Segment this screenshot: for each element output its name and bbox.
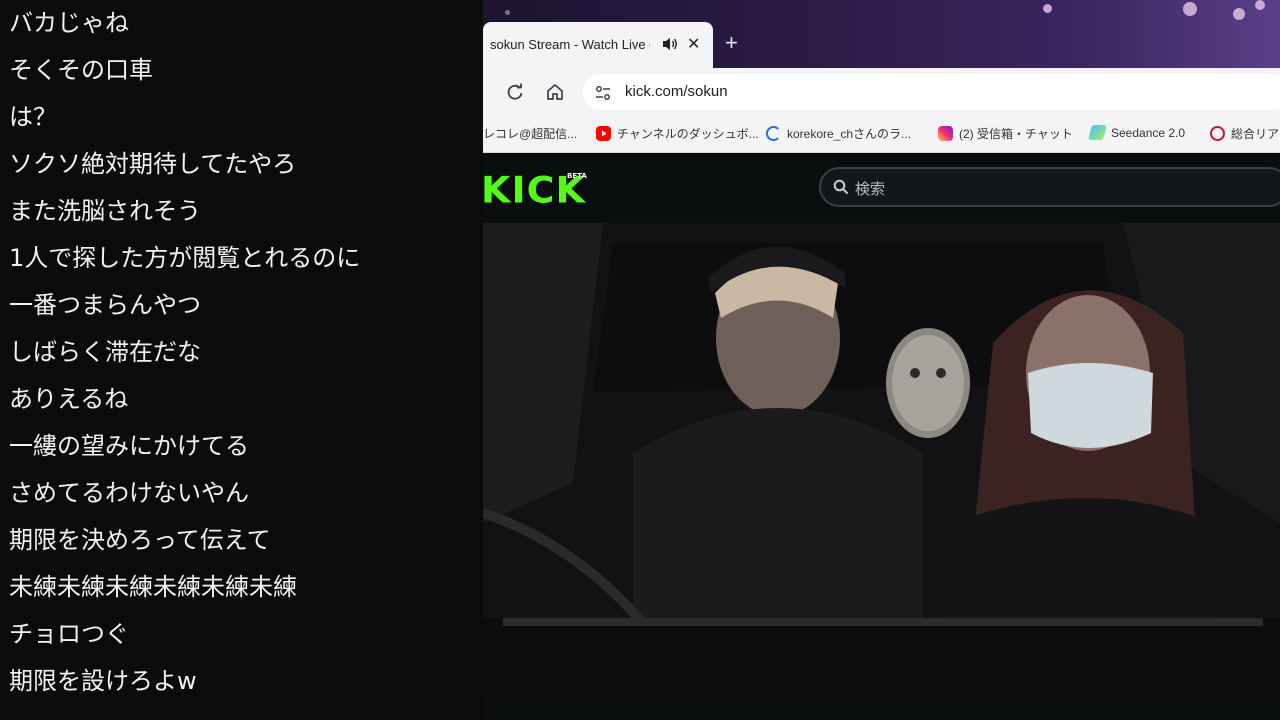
chat-message: バカじゃね bbox=[9, 9, 129, 37]
video-player[interactable] bbox=[483, 223, 1280, 696]
tab-strip: sokun Stream - Watch Live o ✕ + bbox=[483, 0, 1280, 68]
theme-decoration bbox=[1043, 4, 1052, 13]
theme-decoration bbox=[1233, 8, 1245, 20]
chat-message: ありえるね bbox=[9, 385, 129, 413]
chat-message: 未練未練未練未練未練未練 bbox=[9, 573, 297, 601]
bookmark-item[interactable]: Seedance 2.0 bbox=[1087, 125, 1186, 143]
chat-message: 一番つまらんやつ bbox=[9, 291, 201, 319]
stream-video-frame bbox=[483, 223, 1280, 696]
kick-page: KICK BETA 検索 bbox=[483, 153, 1280, 720]
chat-message: 一縷の望みにかけてる bbox=[9, 432, 249, 460]
theme-decoration bbox=[1183, 2, 1197, 16]
tab-title: sokun Stream - Watch Live o bbox=[490, 37, 650, 52]
new-tab-button[interactable]: + bbox=[725, 30, 738, 56]
browser-toolbar: kick.com/sokun bbox=[483, 68, 1280, 116]
bookmark-label: (2) 受信箱・チャット bbox=[959, 127, 1073, 141]
bookmark-label: korekore_chさんのラ... bbox=[787, 127, 912, 141]
browser-tab[interactable]: sokun Stream - Watch Live o ✕ bbox=[483, 22, 713, 68]
search-box[interactable]: 検索 bbox=[819, 167, 1280, 207]
youtube-icon bbox=[596, 126, 611, 141]
bookmark-item[interactable]: korekore_chさんのラ... bbox=[766, 125, 911, 143]
chat-overlay: バカじゃね そくその口車 は？ ソクソ絶対期待してたやろ また洗脳されそう 1人… bbox=[0, 0, 482, 720]
reload-icon[interactable] bbox=[505, 82, 525, 102]
search-icon bbox=[833, 179, 849, 195]
chat-message: チョロつぐ bbox=[9, 620, 129, 648]
close-tab-icon[interactable]: ✕ bbox=[687, 34, 700, 53]
player-footer bbox=[483, 696, 1280, 720]
search-input[interactable]: 検索 bbox=[855, 178, 885, 199]
browser-window: sokun Stream - Watch Live o ✕ + kick.com… bbox=[483, 0, 1280, 720]
chat-message: 期限を決めろって伝えて bbox=[9, 526, 271, 554]
bookmarks-bar: レコレ@超配信... チャンネルのダッシュボ... korekore_chさんの… bbox=[483, 116, 1280, 153]
bookmark-item[interactable]: 総合リア bbox=[1210, 125, 1279, 143]
beta-badge: BETA bbox=[567, 172, 587, 180]
chat-message: は？ bbox=[9, 103, 57, 131]
bookmark-item[interactable]: (2) 受信箱・チャット bbox=[938, 125, 1073, 143]
speaker-icon[interactable] bbox=[661, 36, 679, 52]
home-icon[interactable] bbox=[545, 82, 565, 102]
chat-message: しばらく滞在だな bbox=[9, 338, 201, 366]
tune-icon[interactable] bbox=[593, 83, 613, 103]
chat-message: 1人で探した方が閲覧とれるのに bbox=[9, 244, 361, 272]
crown-icon bbox=[1210, 126, 1225, 141]
instagram-icon bbox=[938, 126, 953, 141]
chat-message: また洗脳されそう bbox=[9, 197, 201, 225]
bookmark-item[interactable]: チャンネルのダッシュボ... bbox=[596, 125, 759, 143]
chat-message: そくその口車 bbox=[9, 56, 153, 84]
bookmark-label: レコレ@超配信... bbox=[483, 127, 578, 141]
url-text[interactable]: kick.com/sokun bbox=[625, 83, 728, 100]
seedance-icon bbox=[1087, 125, 1108, 140]
bookmark-label: Seedance 2.0 bbox=[1111, 126, 1186, 140]
kick-header: KICK BETA 検索 bbox=[483, 153, 1280, 223]
loading-icon bbox=[766, 126, 781, 141]
theme-decoration bbox=[505, 10, 510, 15]
address-bar[interactable]: kick.com/sokun bbox=[583, 74, 1280, 110]
chat-message: 期限を設けろよw bbox=[9, 667, 197, 695]
chat-message: さめてるわけないやん bbox=[9, 479, 249, 507]
theme-decoration bbox=[1255, 0, 1265, 10]
chat-message: ソクソ絶対期待してたやろ bbox=[9, 150, 297, 178]
bookmark-label: 総合リア bbox=[1231, 127, 1280, 141]
bookmark-item[interactable]: レコレ@超配信... bbox=[483, 125, 577, 143]
bookmark-label: チャンネルのダッシュボ... bbox=[617, 127, 759, 141]
